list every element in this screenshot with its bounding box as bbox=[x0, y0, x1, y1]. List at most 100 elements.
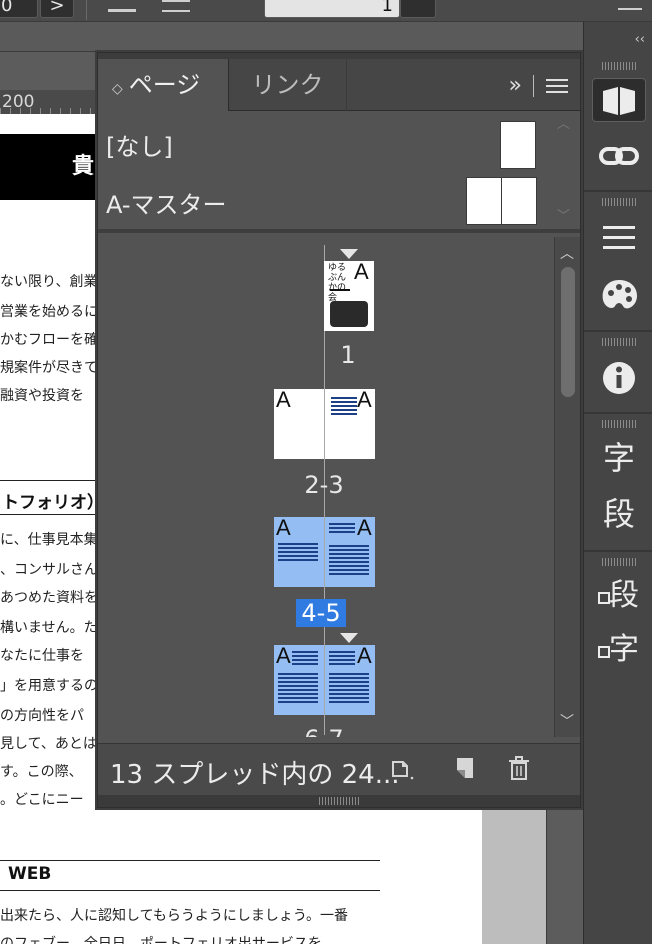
info-icon[interactable] bbox=[592, 356, 646, 400]
page-thumbnail[interactable]: A bbox=[274, 645, 324, 715]
spread-marker-icon bbox=[340, 633, 358, 643]
dock-grip-icon[interactable] bbox=[602, 558, 638, 566]
body-text-line: す。この際、 bbox=[0, 764, 83, 780]
spread-label-selected: 4-5 bbox=[296, 599, 346, 627]
tab-pages-label: ページ bbox=[128, 71, 201, 99]
spread-label: 1 bbox=[340, 341, 356, 369]
page-number-field[interactable]: 0 bbox=[0, 0, 38, 18]
horizontal-ruler[interactable]: 200 bbox=[0, 90, 100, 114]
spread-label: 6-7 bbox=[274, 725, 374, 737]
tab-links[interactable]: リンク bbox=[229, 59, 347, 111]
next-arrow-icon: > bbox=[49, 0, 65, 16]
scrollbar-thumb[interactable] bbox=[561, 267, 575, 397]
page-thumbnail[interactable]: A bbox=[274, 389, 324, 459]
thumbnails-scrollbar[interactable]: ︿ ﹀ bbox=[554, 237, 580, 737]
value-stepper-button[interactable] bbox=[400, 0, 436, 18]
align-icon[interactable] bbox=[108, 0, 136, 12]
paragraph-styles-icon[interactable]: 段 bbox=[592, 492, 646, 536]
tab-pages[interactable]: ◇ ページ bbox=[98, 59, 229, 111]
page-thumbnail[interactable]: ゆるぶんかの会 A bbox=[324, 261, 374, 331]
panel-footer: 13 スプレッド内の 24... bbox=[98, 743, 580, 795]
master-prefix: A bbox=[357, 517, 372, 540]
page-text-block bbox=[278, 673, 318, 705]
master-thumbnail-left bbox=[466, 177, 502, 225]
master-prefix: A bbox=[357, 645, 372, 668]
body-text-line: なたに仕事を bbox=[0, 648, 84, 664]
page-thumbnail[interactable]: A bbox=[325, 517, 375, 587]
panel-dock: ‹‹ 字 段 段 字 bbox=[583, 22, 652, 944]
character-styles-icon[interactable]: 字 bbox=[592, 436, 646, 480]
pages-panel-icon[interactable] bbox=[592, 78, 646, 122]
body-text-line: の方向性をパ bbox=[0, 708, 84, 724]
sort-arrows-icon: ◇ bbox=[112, 81, 123, 97]
trash-icon[interactable] bbox=[504, 754, 534, 784]
body-text-line: 構いません。た bbox=[0, 620, 98, 636]
new-page-icon[interactable] bbox=[450, 754, 480, 784]
page-text-block bbox=[329, 523, 355, 535]
spread-marker-icon bbox=[340, 249, 358, 259]
master-item-a[interactable]: A-マスター bbox=[98, 171, 580, 229]
dock-grip-icon[interactable] bbox=[602, 62, 638, 70]
scroll-down-icon[interactable]: ﹀ bbox=[560, 711, 574, 731]
page-text-block bbox=[331, 397, 357, 417]
body-text-line: かむフローを確 bbox=[0, 332, 98, 348]
panel-tab-bar: ◇ ページ リンク » bbox=[98, 59, 580, 111]
hamburger-icon[interactable] bbox=[618, 0, 642, 10]
page-count-status: 13 スプレッド内の 24... bbox=[110, 760, 400, 790]
section-rule bbox=[0, 480, 100, 481]
panel-overflow-button[interactable]: » bbox=[509, 73, 522, 98]
toolbar-divider bbox=[86, 0, 87, 20]
section-rule bbox=[0, 860, 380, 861]
page-title-banner: 貴 bbox=[0, 134, 100, 200]
masters-scroll-up-icon[interactable]: ︿ bbox=[557, 113, 570, 132]
page-thumbnail[interactable]: A bbox=[325, 645, 375, 715]
style-box-icon bbox=[598, 592, 610, 604]
dock-separator bbox=[584, 550, 652, 552]
paragraph-styles-alt-icon[interactable]: 段 bbox=[592, 574, 646, 618]
value-field-text: 1 bbox=[381, 0, 393, 16]
document-tab-strip bbox=[0, 22, 583, 52]
page-thumbnail[interactable]: A bbox=[274, 517, 324, 587]
next-page-button[interactable]: > bbox=[40, 0, 74, 18]
links-icon[interactable] bbox=[592, 134, 646, 178]
dock-separator bbox=[584, 412, 652, 414]
style-glyph: 段 bbox=[609, 578, 639, 613]
dock-grip-icon[interactable] bbox=[602, 420, 638, 428]
scroll-up-icon[interactable]: ︿ bbox=[560, 243, 574, 263]
value-field[interactable]: 1 bbox=[264, 0, 400, 18]
master-prefix: A bbox=[357, 389, 372, 412]
distribute-icon[interactable] bbox=[162, 0, 190, 12]
panel-resize-bar[interactable] bbox=[98, 795, 580, 807]
masters-scroll-down-icon[interactable]: ﹀ bbox=[557, 205, 570, 224]
master-prefix: A bbox=[276, 517, 291, 540]
style-box-icon bbox=[598, 646, 610, 658]
master-item-none[interactable]: [なし] bbox=[98, 113, 580, 171]
panel-menu-icon[interactable] bbox=[546, 79, 568, 93]
master-label: [なし] bbox=[106, 133, 173, 161]
collapse-dock-button[interactable]: ‹‹ bbox=[584, 32, 652, 47]
resize-grip-icon[interactable] bbox=[319, 797, 359, 805]
masters-section: [なし] A-マスター ︿ ﹀ bbox=[98, 111, 580, 233]
page-text-block bbox=[292, 651, 318, 667]
body-text-line: 。どこにニー bbox=[0, 792, 84, 808]
body-text-line: あつめた資料を bbox=[0, 590, 98, 606]
page-thumbnail[interactable]: A bbox=[325, 389, 375, 459]
master-thumbnail bbox=[500, 121, 536, 169]
stroke-icon[interactable] bbox=[592, 216, 646, 260]
master-label: A-マスター bbox=[106, 191, 227, 219]
character-styles-alt-icon[interactable]: 字 bbox=[592, 628, 646, 672]
dock-grip-icon[interactable] bbox=[602, 198, 638, 206]
page-size-icon[interactable] bbox=[388, 754, 418, 784]
body-text-line: 規案件が尽きて bbox=[0, 360, 98, 376]
master-prefix: A bbox=[354, 261, 369, 284]
body-text-line: 」を用意するの bbox=[0, 678, 98, 694]
dock-grip-icon[interactable] bbox=[602, 338, 638, 346]
control-bar: 0 > 1 bbox=[0, 0, 652, 22]
page-number-value: 0 bbox=[1, 0, 13, 16]
spread-label: 2-3 bbox=[304, 471, 344, 499]
body-text-line: ない限り、創業 bbox=[0, 274, 98, 290]
style-glyph: 字 bbox=[609, 632, 639, 667]
section-heading: トフォリオ） bbox=[2, 493, 104, 513]
swatches-icon[interactable] bbox=[592, 274, 646, 318]
body-text-line: 営業を始めるに bbox=[0, 304, 98, 320]
